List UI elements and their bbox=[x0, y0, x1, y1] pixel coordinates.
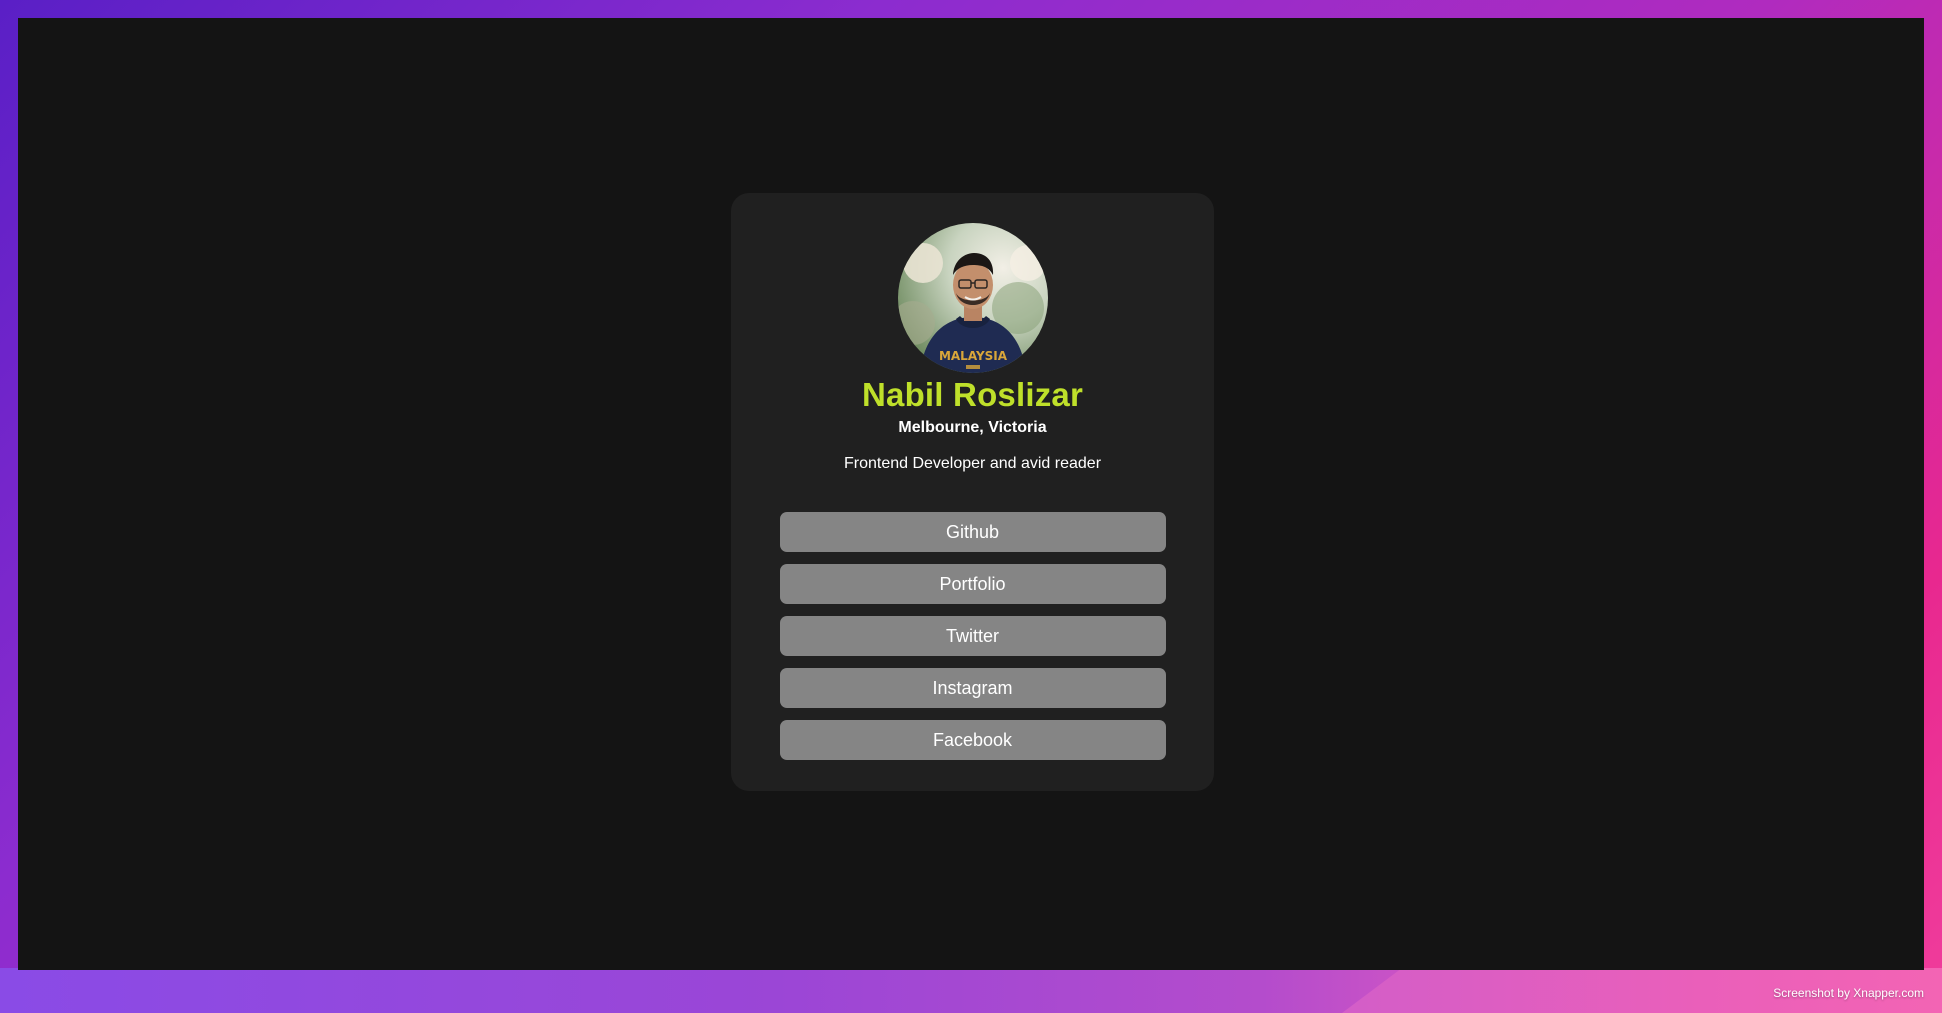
profile-photo-icon: MALAYSIA bbox=[897, 223, 1048, 373]
twitter-link-button[interactable]: Twitter bbox=[779, 616, 1166, 656]
profile-location: Melbourne, Victoria bbox=[898, 419, 1047, 436]
profile-card: MALAYSIA Nabil Roslizar Melbourne, Victo… bbox=[731, 193, 1214, 791]
profile-bio: Frontend Developer and avid reader bbox=[843, 455, 1102, 472]
shirt-text: MALAYSIA bbox=[938, 349, 1007, 363]
instagram-link-button[interactable]: Instagram bbox=[779, 668, 1166, 708]
facebook-link-button[interactable]: Facebook bbox=[779, 720, 1166, 760]
page-viewport: MALAYSIA Nabil Roslizar Melbourne, Victo… bbox=[18, 18, 1924, 970]
screenshot-credit: Screenshot by Xnapper.com bbox=[1773, 986, 1924, 1000]
github-link-button[interactable]: Github bbox=[779, 512, 1166, 552]
profile-name: Nabil Roslizar bbox=[861, 376, 1084, 413]
social-links: Github Portfolio Twitter Instagram Faceb… bbox=[779, 512, 1166, 760]
avatar: MALAYSIA bbox=[897, 223, 1048, 373]
screenshot-frame: MALAYSIA Nabil Roslizar Melbourne, Victo… bbox=[0, 0, 1942, 1013]
portfolio-link-button[interactable]: Portfolio bbox=[779, 564, 1166, 604]
